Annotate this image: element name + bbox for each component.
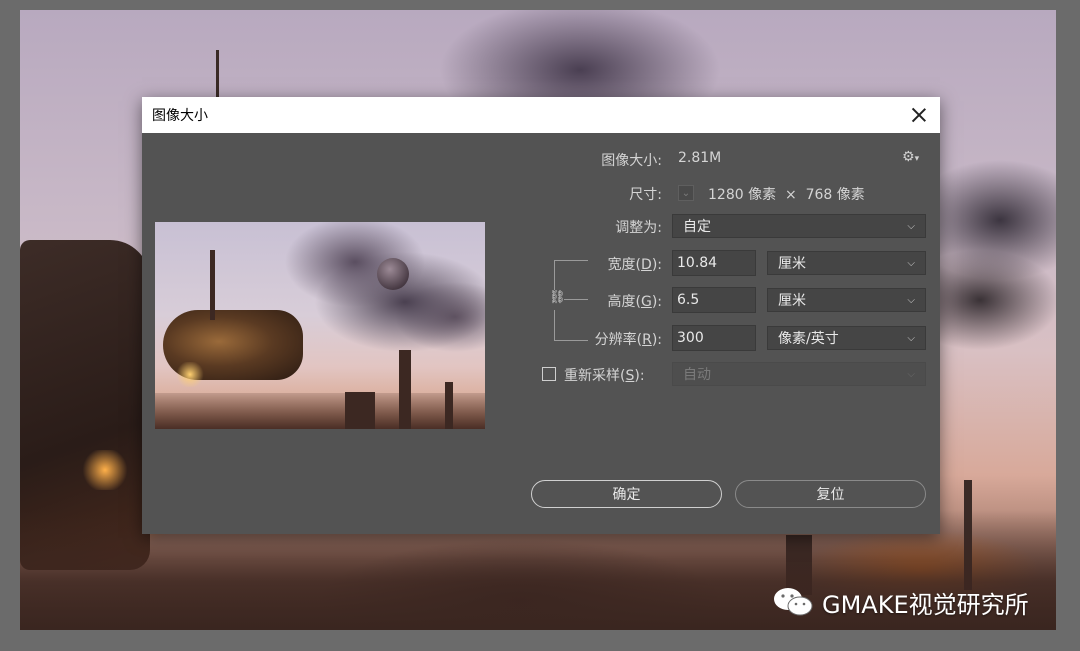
ok-button[interactable]: 确定 — [531, 480, 722, 508]
preview-building — [445, 382, 453, 429]
chevron-down-icon: ⌵ — [907, 294, 915, 306]
preview-building — [345, 392, 375, 429]
link-line-vertical-top — [554, 260, 555, 290]
close-icon[interactable] — [908, 104, 930, 126]
chevron-down-icon: ⌵ — [907, 332, 915, 344]
height-input[interactable] — [672, 287, 756, 313]
width-label: 宽度(D): — [607, 257, 662, 273]
width-unit-select[interactable]: 厘米 ⌵ — [767, 251, 926, 275]
fit-to-value: 自定 — [683, 219, 711, 235]
dialog-titlebar: 图像大小 — [142, 97, 940, 133]
preview-city — [155, 393, 485, 429]
image-size-label: 图像大小: — [601, 153, 662, 169]
resolution-unit-select[interactable]: 像素/英寸 ⌵ — [767, 326, 926, 350]
resample-method-value: 自动 — [683, 367, 711, 383]
resolution-unit-value: 像素/英寸 — [778, 331, 839, 347]
chevron-down-icon: ⌵ — [907, 220, 915, 232]
image-preview[interactable] — [155, 222, 485, 429]
background-fire — [80, 450, 130, 490]
chevron-down-icon: ⌵ — [907, 368, 915, 380]
preview-glow — [175, 362, 205, 387]
height-unit-select[interactable]: 厘米 ⌵ — [767, 288, 926, 312]
resolution-label: 分辨率(R): — [594, 332, 662, 348]
dimensions-value: 1280 像素 × 768 像素 — [708, 187, 865, 203]
dimensions-dropdown-icon[interactable]: ⌄ — [678, 185, 694, 201]
fit-to-select[interactable]: 自定 ⌵ — [672, 214, 926, 238]
width-input[interactable] — [672, 250, 756, 276]
height-unit-value: 厘米 — [778, 293, 806, 309]
watermark-text: GMAKE视觉研究所 — [822, 590, 1029, 619]
dimensions-label: 尺寸: — [629, 187, 662, 203]
watermark: GMAKE视觉研究所 — [772, 586, 1029, 619]
dialog-title: 图像大小 — [152, 108, 208, 124]
preview-mast — [210, 250, 215, 320]
resample-label: 重新采样(S): — [564, 368, 645, 384]
height-label: 高度(G): — [607, 294, 662, 310]
resample-checkbox[interactable] — [542, 367, 556, 381]
fit-to-label: 调整为: — [615, 220, 662, 236]
preview-sphere — [377, 258, 409, 290]
link-line-vertical-bottom — [554, 310, 555, 340]
chevron-down-icon: ⌵ — [907, 257, 915, 269]
resolution-input[interactable] — [672, 325, 756, 351]
width-unit-value: 厘米 — [778, 256, 806, 272]
preview-tower — [399, 350, 411, 429]
gear-icon[interactable]: ⚙▾ — [902, 149, 919, 165]
image-size-value: 2.81M — [678, 150, 722, 166]
reset-button[interactable]: 复位 — [735, 480, 926, 508]
wechat-icon — [774, 588, 813, 616]
image-size-dialog: 图像大小 图像大小: 2.81M ⚙▾ 尺寸: ⌄ 1280 像素 × 768 … — [142, 97, 940, 534]
resample-method-select: 自动 ⌵ — [672, 362, 926, 386]
